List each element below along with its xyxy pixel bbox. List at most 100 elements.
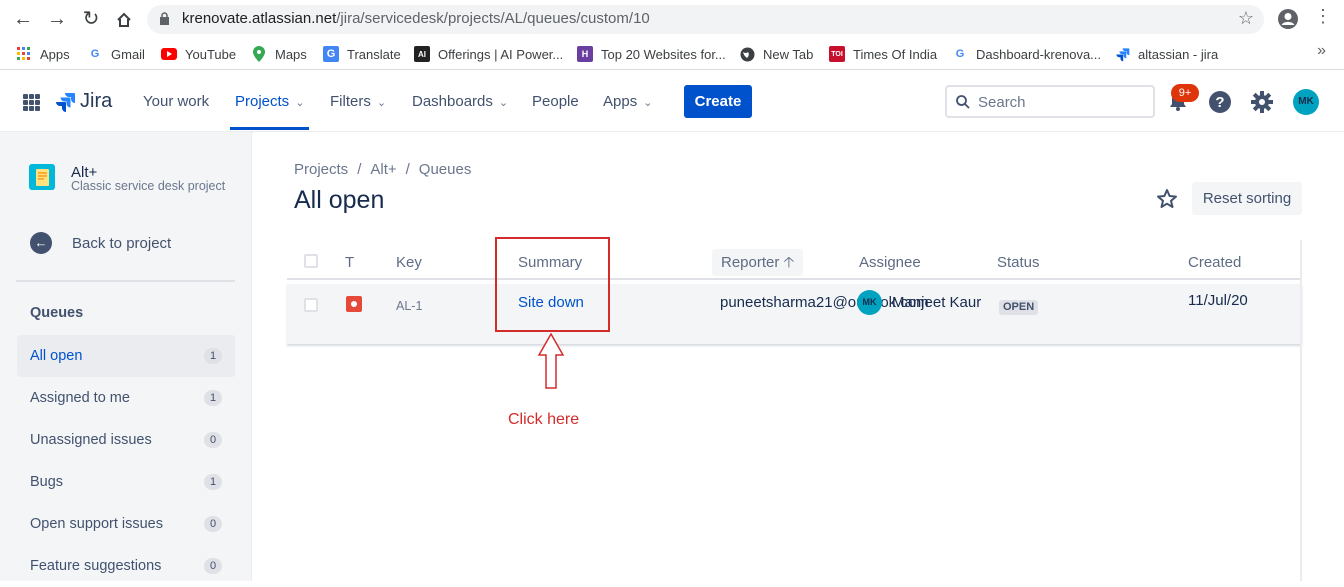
nav-your-work[interactable]: Your work — [143, 93, 209, 110]
forward-arrow-icon[interactable]: → — [45, 8, 69, 32]
globe-icon — [739, 46, 755, 62]
page-title: All open — [294, 186, 385, 214]
browser-toolbar: ← → ↻ krenovate.atlassian.net/jira/servi… — [0, 0, 1344, 38]
queues-heading: Queues — [30, 305, 84, 321]
chevron-down-icon: ⌄ — [295, 97, 305, 109]
jira-top-navigation: Jira Your work Projects ⌄ Filters ⌄ Dashbo… — [0, 71, 1344, 132]
breadcrumb-queues[interactable]: Queues — [419, 161, 472, 178]
lock-icon — [160, 12, 169, 25]
issues-table: T Key Summary Reporter 🡡 Assignee Status… — [287, 240, 1302, 345]
search-icon — [956, 95, 970, 109]
breadcrumb: Projects / Alt+ / Queues — [294, 161, 472, 178]
bookmark-gmail[interactable]: G Gmail — [87, 45, 145, 63]
bookmark-translate[interactable]: G Translate — [323, 45, 401, 63]
create-button[interactable]: Create — [684, 85, 752, 118]
sort-ascending-icon: 🡡 — [783, 254, 795, 271]
nav-apps[interactable]: Apps ⌄ — [603, 93, 652, 110]
queue-assigned-to-me[interactable]: Assigned to me 1 — [17, 377, 235, 419]
bookmark-new-tab[interactable]: New Tab — [739, 45, 813, 63]
queue-count: 1 — [204, 390, 222, 406]
issue-assignee: Manjeet Kaur — [892, 294, 982, 311]
browser-menu-icon[interactable]: ⋮ — [1314, 6, 1332, 27]
column-header-type[interactable]: T — [345, 254, 354, 271]
status-badge: OPEN — [999, 300, 1039, 315]
back-arrow-icon[interactable]: ← — [11, 8, 35, 32]
app-switcher-icon[interactable] — [23, 94, 40, 111]
search-input[interactable] — [978, 92, 1148, 112]
search-field[interactable] — [945, 85, 1155, 118]
home-icon[interactable] — [112, 8, 136, 32]
nav-filters[interactable]: Filters ⌄ — [330, 93, 386, 110]
maps-pin-icon — [251, 46, 267, 62]
bookmark-jira[interactable]: altassian - jira — [1114, 45, 1218, 63]
table-row[interactable]: AL-1 Site down puneetsharma21@outlook.co… — [287, 284, 1302, 344]
notifications-badge: 9+ — [1171, 84, 1199, 102]
column-header-created[interactable]: Created — [1188, 254, 1241, 271]
bookmark-times-of-india[interactable]: TOI Times Of India — [829, 45, 937, 63]
address-bar[interactable]: krenovate.atlassian.net/jira/servicedesk… — [147, 5, 1264, 34]
settings-gear-icon[interactable] — [1250, 90, 1274, 114]
breadcrumb-project[interactable]: Alt+ — [370, 161, 396, 178]
queue-all-open[interactable]: All open 1 — [17, 335, 235, 377]
bookmark-star-icon[interactable]: ☆ — [1238, 8, 1254, 29]
issue-key[interactable]: AL-1 — [396, 299, 422, 313]
bookmark-apps[interactable]: Apps — [16, 45, 70, 63]
column-header-reporter[interactable]: Reporter 🡡 — [712, 249, 804, 276]
bookmarks-bar: Apps G Gmail YouTube Maps G Translate AI Of… — [0, 38, 1344, 70]
bookmark-top20[interactable]: H Top 20 Websites for... — [577, 45, 726, 63]
bookmark-dashboard[interactable]: G Dashboard-krenova... — [952, 45, 1101, 63]
jira-logo[interactable]: Jira — [54, 90, 112, 113]
user-avatar[interactable]: MK — [1293, 89, 1319, 115]
sidebar-divider — [16, 280, 235, 282]
column-header-assignee[interactable]: Assignee — [859, 254, 921, 271]
nav-people[interactable]: People — [532, 93, 579, 110]
bookmark-offerings[interactable]: AI Offerings | AI Power... — [414, 45, 563, 63]
table-scroll-edge — [1300, 240, 1302, 581]
arrow-left-circle-icon: ← — [30, 232, 52, 254]
annotation-highlight-box — [495, 237, 610, 332]
assignee-avatar: MK — [857, 290, 882, 315]
google-icon: G — [955, 48, 965, 60]
row-checkbox[interactable] — [304, 298, 318, 312]
bookmarks-overflow-icon[interactable]: » — [1317, 42, 1326, 60]
google-icon: G — [90, 48, 100, 60]
queue-count: 0 — [204, 558, 222, 574]
bookmark-youtube[interactable]: YouTube — [161, 45, 236, 63]
offerings-icon: AI — [414, 46, 430, 62]
jira-logo-icon — [56, 92, 75, 112]
issue-created-date: 11/Jul/20 — [1188, 292, 1248, 309]
favourite-star-icon[interactable] — [1156, 188, 1178, 210]
reset-sorting-button[interactable]: Reset sorting — [1192, 182, 1302, 215]
column-header-status[interactable]: Status — [997, 254, 1040, 271]
annotation-up-arrow-icon — [537, 333, 565, 389]
queue-open-support-issues[interactable]: Open support issues 0 — [17, 503, 235, 545]
chevron-down-icon: ⌄ — [376, 97, 387, 109]
chevron-down-icon: ⌄ — [643, 97, 653, 109]
queue-unassigned-issues[interactable]: Unassigned issues 0 — [17, 419, 235, 461]
url-text: krenovate.atlassian.net/jira/servicedesk… — [182, 10, 650, 27]
select-all-checkbox[interactable] — [304, 254, 318, 268]
queue-bugs[interactable]: Bugs 1 — [17, 461, 235, 503]
project-type: Classic service desk project — [71, 179, 226, 193]
reload-icon[interactable]: ↻ — [79, 8, 103, 32]
nav-dashboards[interactable]: Dashboards ⌄ — [412, 93, 508, 110]
profile-icon[interactable] — [1277, 8, 1299, 30]
jira-icon — [1114, 46, 1130, 62]
chevron-down-icon: ⌄ — [498, 97, 509, 109]
back-to-project-label: Back to project — [72, 234, 172, 252]
back-to-project-link[interactable]: ← Back to project — [30, 232, 171, 254]
bookmark-maps[interactable]: Maps — [251, 45, 307, 63]
queue-count: 1 — [204, 348, 222, 364]
queue-main-content: Projects / Alt+ / Queues All open Reset sort… — [253, 132, 1344, 581]
column-header-key[interactable]: Key — [396, 254, 422, 271]
top20-icon: H — [577, 46, 593, 62]
svg-text:?: ? — [1215, 94, 1224, 111]
youtube-icon — [161, 46, 177, 62]
project-avatar-icon — [29, 164, 55, 190]
translate-icon: G — [323, 46, 339, 62]
breadcrumb-projects[interactable]: Projects — [294, 161, 348, 178]
queue-count: 0 — [204, 516, 222, 532]
bug-icon — [346, 296, 362, 312]
nav-projects[interactable]: Projects ⌄ — [235, 93, 304, 110]
help-icon[interactable]: ? — [1208, 90, 1232, 114]
